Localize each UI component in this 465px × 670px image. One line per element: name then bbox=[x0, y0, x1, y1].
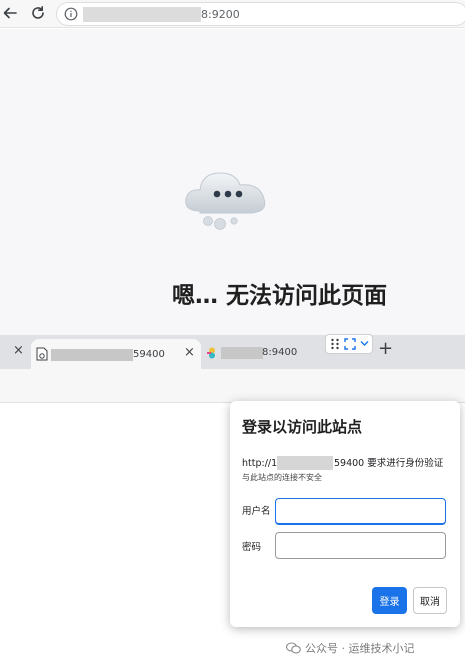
address-url: 8:9200 bbox=[201, 8, 240, 21]
redacted-tab-title bbox=[221, 347, 263, 359]
username-field[interactable] bbox=[275, 498, 446, 525]
cloud-dots-icon bbox=[185, 172, 266, 230]
screenshot-icon[interactable] bbox=[344, 338, 356, 350]
dialog-auth-message: 59400 要求进行身份验证 bbox=[334, 458, 444, 469]
info-icon[interactable] bbox=[64, 7, 78, 21]
insecure-warning: 与此站点的连接不安全 bbox=[242, 473, 322, 482]
insecure-page-icon bbox=[36, 347, 48, 361]
login-button[interactable]: 登录 bbox=[372, 587, 407, 614]
error-page: 嗯… 无法访问此页面 bbox=[0, 29, 465, 335]
tab-actions-menu[interactable] bbox=[325, 334, 373, 354]
drag-grip-icon[interactable] bbox=[330, 338, 340, 350]
second-browser-toolbar bbox=[0, 369, 465, 403]
new-tab-button[interactable]: + bbox=[378, 340, 393, 358]
elastic-logo-icon bbox=[207, 347, 215, 359]
dialog-title: 登录以访问此站点 bbox=[242, 418, 363, 436]
back-icon[interactable] bbox=[1, 4, 19, 22]
tab-label[interactable]: 8:9400 bbox=[262, 346, 297, 360]
password-label: 密码 bbox=[242, 542, 262, 553]
browser-toolbar: 8:9200 bbox=[0, 0, 465, 28]
redacted-host bbox=[277, 456, 333, 470]
tab-strip: × 59400 × 8:9400 bbox=[0, 335, 465, 369]
tab-active[interactable]: 59400 × bbox=[31, 339, 201, 369]
dialog-url-prefix: http://1 bbox=[242, 458, 278, 469]
tab-label: 59400 bbox=[133, 349, 165, 360]
watermark-text: 公众号 · 运维技术小记 bbox=[305, 642, 415, 655]
address-bar[interactable]: 8:9200 bbox=[56, 2, 465, 26]
redacted-tab-title bbox=[51, 349, 133, 361]
password-field[interactable] bbox=[275, 532, 446, 559]
cancel-button[interactable]: 取消 bbox=[413, 587, 447, 614]
tab-close-icon[interactable]: × bbox=[184, 345, 195, 361]
error-title: 嗯… 无法访问此页面 bbox=[172, 283, 388, 309]
chevron-down-icon[interactable] bbox=[360, 340, 369, 347]
login-dialog: 登录以访问此站点 http://1 59400 要求进行身份验证 与此站点的连接… bbox=[230, 401, 460, 627]
username-label: 用户名 bbox=[242, 506, 271, 517]
wechat-logo-icon bbox=[286, 642, 301, 654]
watermark: 公众号 · 运维技术小记 bbox=[286, 641, 415, 657]
reload-icon[interactable] bbox=[29, 4, 47, 22]
tab-close-icon[interactable]: × bbox=[13, 343, 24, 359]
redacted-host bbox=[83, 7, 201, 22]
